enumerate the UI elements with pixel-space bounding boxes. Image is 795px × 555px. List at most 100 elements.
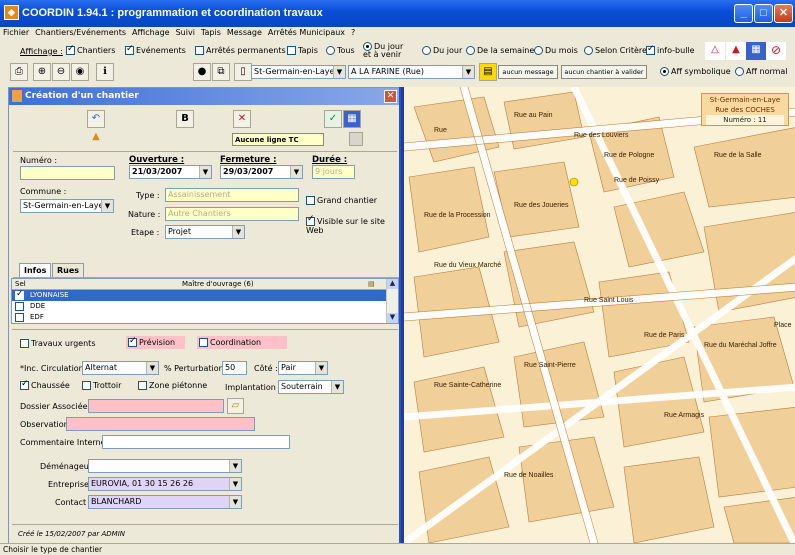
observation-input[interactable] bbox=[66, 417, 255, 431]
zoom-out-icon[interactable]: ⊖ bbox=[52, 63, 70, 81]
dialog-close-button[interactable]: ✕ bbox=[384, 90, 397, 103]
calendar-dropdown-icon[interactable]: ▼ bbox=[199, 166, 211, 178]
street-map[interactable]: Rue Rue au Pain Rue de Pologne Rue des L… bbox=[404, 87, 795, 543]
warning-triangle-icon[interactable]: ▲ bbox=[87, 129, 105, 147]
zoom-in-icon[interactable]: ⊕ bbox=[33, 63, 51, 81]
radio-mois[interactable]: Du mois bbox=[534, 46, 578, 55]
trottoir-check[interactable]: Trottoir bbox=[82, 381, 121, 390]
coordination-check[interactable]: Coordination bbox=[197, 336, 288, 349]
zone-pietonne-check[interactable]: Zone piétonne bbox=[138, 381, 207, 390]
visible-web-check[interactable]: Visible sur le site Web bbox=[306, 215, 386, 235]
radio[interactable] bbox=[584, 46, 593, 55]
checkbox[interactable] bbox=[195, 46, 204, 55]
radio[interactable] bbox=[466, 46, 475, 55]
contact-select[interactable]: BLANCHARD ▼ bbox=[88, 495, 242, 509]
prevision-check[interactable]: Prévision bbox=[126, 336, 186, 349]
chantiers-check[interactable]: Chantiers bbox=[66, 44, 115, 55]
checkbox[interactable] bbox=[646, 44, 655, 55]
roadwork-sign-icon[interactable]: ▲ bbox=[726, 42, 746, 60]
checkbox[interactable] bbox=[306, 196, 315, 205]
radio[interactable] bbox=[363, 42, 372, 51]
entreprise-select[interactable]: EUROVIA, 01 30 15 26 26 ▼ bbox=[88, 477, 242, 491]
calendar-dropdown-icon[interactable]: ▼ bbox=[290, 166, 302, 178]
chevron-down-icon[interactable]: ▼ bbox=[146, 362, 158, 374]
print-icon[interactable]: ⎙ bbox=[10, 63, 28, 81]
b-button[interactable]: B bbox=[176, 110, 194, 128]
checkbox[interactable] bbox=[20, 379, 29, 390]
radio[interactable] bbox=[735, 67, 744, 76]
perturbation-input[interactable]: 50 bbox=[222, 361, 247, 375]
cote-select[interactable]: Pair ▼ bbox=[278, 361, 328, 375]
radio-du-jour[interactable]: Du jour bbox=[422, 46, 462, 55]
evenements-check[interactable]: Evénements bbox=[125, 44, 186, 55]
table-row[interactable]: LYONNAISE bbox=[12, 289, 387, 301]
chevron-down-icon[interactable]: ▼ bbox=[229, 496, 241, 508]
close-button[interactable]: ✕ bbox=[774, 4, 793, 23]
map-view[interactable]: Rue Rue au Pain Rue de Pologne Rue des L… bbox=[401, 87, 795, 543]
radio[interactable] bbox=[326, 46, 335, 55]
chevron-down-icon[interactable]: ▼ bbox=[462, 66, 474, 78]
radio[interactable] bbox=[422, 46, 431, 55]
folder-open-icon[interactable]: ▱ bbox=[227, 398, 244, 414]
chaussee-check[interactable]: Chaussée bbox=[20, 379, 70, 390]
map-icon[interactable]: ▦ bbox=[746, 42, 766, 60]
checkbox[interactable] bbox=[15, 289, 24, 300]
tab-rues[interactable]: Rues bbox=[52, 263, 85, 278]
radio-criteres[interactable]: Selon Critères bbox=[584, 46, 651, 55]
inc-circulation-select[interactable]: Alternat ▼ bbox=[82, 361, 159, 375]
device-icon[interactable]: ▯ bbox=[234, 63, 252, 81]
tapis-check[interactable]: Tapis bbox=[287, 46, 318, 55]
chevron-down-icon[interactable]: ▼ bbox=[387, 313, 398, 323]
owners-grid[interactable]: Sel Maître d'ouvrage (6) ▤ LYONNAISE DDE… bbox=[11, 278, 399, 324]
chevron-down-icon[interactable]: ▼ bbox=[101, 200, 113, 212]
no-message-button[interactable]: aucun message bbox=[498, 65, 558, 79]
checkbox[interactable] bbox=[82, 381, 91, 390]
checkbox[interactable] bbox=[138, 381, 147, 390]
checkbox[interactable] bbox=[20, 339, 29, 348]
minimize-button[interactable]: _ bbox=[734, 4, 753, 23]
numero-input[interactable] bbox=[20, 166, 115, 180]
table-row[interactable]: EDF bbox=[12, 312, 387, 323]
info-icon[interactable]: ℹ bbox=[96, 63, 114, 81]
checkbox[interactable] bbox=[15, 301, 24, 311]
title-bar[interactable]: ◈ COORDIN 1.94.1 : programmation et coor… bbox=[0, 0, 795, 27]
maximize-button[interactable]: □ bbox=[754, 4, 773, 23]
radio[interactable] bbox=[534, 46, 543, 55]
bomb-icon[interactable]: ● bbox=[193, 63, 211, 81]
menu-affichage[interactable]: Affichage bbox=[129, 27, 173, 38]
menu-chantiers[interactable]: Chantiers/Evénements bbox=[32, 27, 129, 38]
commune-select[interactable]: St-Germain-en-Laye ▼ bbox=[251, 65, 346, 79]
menu-fichier[interactable]: Fichier bbox=[0, 27, 32, 38]
tc-line-button[interactable] bbox=[349, 132, 363, 146]
aff-symbolique-radio[interactable]: Aff symbolique bbox=[660, 67, 731, 76]
radio-semaine[interactable]: De la semaine bbox=[466, 46, 534, 55]
grid-folder-icon[interactable]: ▤ bbox=[368, 279, 375, 289]
chevron-down-icon[interactable]: ▼ bbox=[229, 478, 241, 490]
dialog-title-bar[interactable]: Création d'un chantier ✕ bbox=[9, 88, 399, 105]
implantation-select[interactable]: Souterrain ▼ bbox=[278, 380, 344, 394]
chevron-down-icon[interactable]: ▼ bbox=[333, 66, 345, 78]
chevron-down-icon[interactable]: ▼ bbox=[232, 226, 244, 238]
checkbox[interactable] bbox=[15, 312, 24, 322]
chevron-down-icon[interactable]: ▼ bbox=[229, 460, 241, 472]
grand-chantier-check[interactable]: Grand chantier bbox=[306, 196, 377, 205]
radio-du-jour-avenir[interactable]: Du jour et à venir bbox=[363, 42, 413, 59]
checkbox[interactable] bbox=[66, 44, 75, 55]
no-site-button[interactable]: aucun chantier à valider bbox=[561, 65, 647, 79]
commentaire-input[interactable] bbox=[102, 435, 290, 449]
infobulle-check[interactable]: info-bulle bbox=[646, 44, 695, 55]
chevron-down-icon[interactable]: ▼ bbox=[315, 362, 327, 374]
travaux-urgents-check[interactable]: Travaux urgents bbox=[20, 339, 95, 348]
fermeture-date[interactable]: 29/03/2007 ▼ bbox=[220, 165, 303, 179]
commune-dialog-select[interactable]: St-Germain-en-Laye ▼ bbox=[20, 199, 114, 213]
menu-suivi[interactable]: Suivi bbox=[173, 27, 198, 38]
etape-select[interactable]: Projet ▼ bbox=[165, 225, 245, 239]
tab-infos[interactable]: Infos bbox=[19, 263, 52, 278]
radio-tous[interactable]: Tous bbox=[326, 46, 355, 55]
notepad-icon[interactable]: ▤ bbox=[479, 63, 497, 81]
undo-icon[interactable]: ↶ bbox=[87, 110, 105, 128]
type-field[interactable]: Assainissement bbox=[165, 188, 299, 202]
checkbox[interactable] bbox=[199, 338, 208, 347]
checkbox[interactable] bbox=[306, 215, 315, 226]
aff-normal-radio[interactable]: Aff normal bbox=[735, 67, 788, 76]
